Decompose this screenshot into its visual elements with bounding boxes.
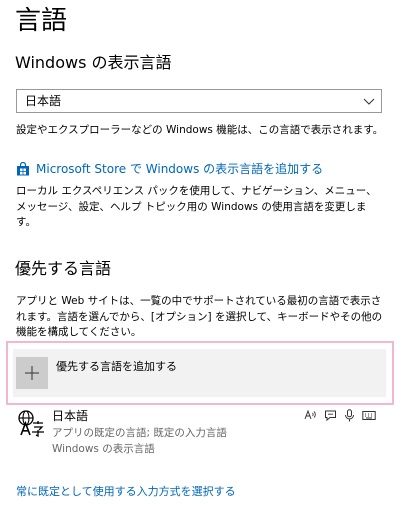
language-feature-icons xyxy=(304,409,376,422)
language-display-note: Windows の表示言語 xyxy=(52,443,155,455)
add-preferred-language-button[interactable]: 優先する言語を追加する xyxy=(13,349,386,397)
language-settings-page: 言語 Windows の表示言語 日本語 設定やエクスプローラーなどの Wind… xyxy=(0,0,400,506)
microsoft-store-link-label: Microsoft Store で Windows の表示言語を追加する xyxy=(36,162,324,176)
text-to-speech-icon xyxy=(304,409,316,420)
display-language-selected: 日本語 xyxy=(25,94,62,108)
store-bag-icon xyxy=(17,162,29,176)
display-language-dropdown[interactable]: 日本語 xyxy=(16,89,382,113)
plus-icon xyxy=(16,357,48,389)
display-language-description: 設定やエクスプローラーなどの Windows 機能は、この言語で表示されます。 xyxy=(16,124,384,136)
store-description: ローカル エクスペリエンス パックを使用して、ナビゲーション、メニュー、メッセー… xyxy=(16,185,377,228)
chevron-down-icon xyxy=(363,98,375,105)
language-name: 日本語 xyxy=(52,409,89,423)
display-language-heading: Windows の表示言語 xyxy=(15,53,172,72)
language-defaults: アプリの既定の言語; 既定の入力言語 xyxy=(52,427,227,439)
preferred-languages-heading: 優先する言語 xyxy=(15,259,112,278)
page-title: 言語 xyxy=(15,6,68,36)
language-glyph-icon xyxy=(18,410,44,437)
speech-icon xyxy=(325,410,336,422)
preferred-languages-description: アプリと Web サイトは、一覧の中でサポートされている最初の言語で表示されます… xyxy=(16,295,383,338)
keyboard-icon xyxy=(362,411,376,420)
language-list-item[interactable]: 日本語 アプリの既定の言語; 既定の入力言語 Windows の表示言語 xyxy=(13,405,386,461)
microsoft-store-link[interactable]: Microsoft Store で Windows の表示言語を追加する xyxy=(16,161,323,177)
microphone-icon xyxy=(345,409,354,422)
default-input-method-link[interactable]: 常に既定として使用する入力方式を選択する xyxy=(16,484,236,500)
add-preferred-language-label: 優先する言語を追加する xyxy=(56,360,177,373)
